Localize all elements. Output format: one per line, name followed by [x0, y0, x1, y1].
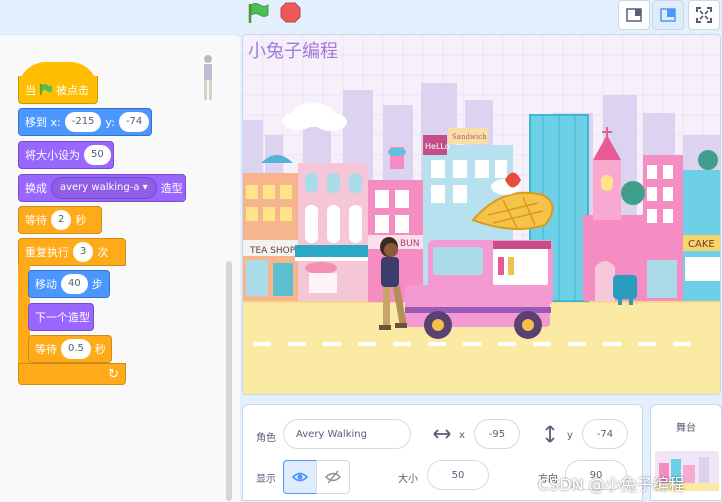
when-flag-clicked-block[interactable]: 当 被点击: [18, 76, 98, 104]
pink-building: [295, 163, 371, 301]
set-size-block[interactable]: 将大小设为 50: [18, 141, 114, 169]
block-label: 秒: [94, 343, 106, 356]
size-field[interactable]: 50: [427, 460, 489, 490]
y-field[interactable]: -74: [582, 419, 628, 449]
repeat-count-input[interactable]: 3: [73, 242, 94, 262]
x-input[interactable]: -215: [64, 112, 102, 132]
fullscreen-button[interactable]: [688, 0, 720, 30]
stage-caption: 小兔子编程: [248, 41, 338, 62]
top-bar: [0, 0, 722, 34]
stage-panel-label: 舞台: [676, 423, 696, 434]
wait-block[interactable]: 等待 2 秒: [18, 206, 102, 234]
block-label: 移到 x:: [25, 116, 61, 129]
green-flag-icon[interactable]: [247, 2, 271, 24]
size-label: 大小: [398, 474, 418, 485]
eye-slash-icon: [325, 470, 341, 484]
size-value: 50: [451, 469, 465, 481]
x-value: -95: [488, 428, 506, 440]
block-label: y:: [105, 115, 115, 129]
x-field[interactable]: -95: [474, 419, 520, 449]
vertical-arrow-icon: [545, 425, 555, 443]
next-costume-block[interactable]: 下一个造型: [28, 303, 94, 331]
block-label: 等待: [35, 343, 57, 356]
repeat-block-bottom: ↻: [18, 363, 126, 385]
cake-sign: CAKE: [688, 239, 715, 250]
show-visible-toggle[interactable]: [283, 460, 317, 494]
block-label: 移动: [35, 278, 57, 291]
block-label: 当: [25, 83, 36, 97]
block-label: 步: [91, 278, 103, 291]
small-stage-button[interactable]: [618, 0, 650, 30]
green-flag-icon: [40, 84, 52, 95]
block-label: 重复执行: [25, 246, 69, 259]
switch-costume-block[interactable]: 换成 avery walking-a ▾ 造型: [18, 174, 186, 202]
small-stage-icon: [626, 8, 642, 22]
tea-shop-building: [243, 155, 298, 301]
hello-sign: HeLLo: [425, 142, 450, 151]
sprite-thumbnail: [204, 55, 212, 100]
costume-dropdown[interactable]: avery walking-a ▾: [51, 177, 157, 199]
block-label: 秒: [75, 214, 87, 227]
wait-inner-block[interactable]: 等待 0.5 秒: [28, 335, 112, 363]
go-to-xy-block[interactable]: 移到 x: -215 y: -74: [18, 108, 152, 136]
y-input[interactable]: -74: [118, 112, 150, 132]
sprite-name-field[interactable]: Avery Walking: [283, 419, 411, 449]
cake-building: [643, 155, 720, 301]
wait-seconds-input[interactable]: 2: [51, 210, 72, 230]
fullscreen-icon: [696, 7, 712, 23]
loop-arrow-icon: ↻: [108, 366, 119, 382]
block-label: 下一个造型: [35, 311, 90, 324]
block-label: 换成: [25, 182, 47, 195]
code-scrollbar[interactable]: [226, 261, 232, 501]
sprite-name-value: Avery Walking: [296, 428, 367, 440]
normal-stage-button[interactable]: [652, 0, 684, 30]
eye-icon: [292, 472, 308, 482]
stage[interactable]: TEA SHOP BUN HeLLo Sandwich CAKE 小兔子编程: [242, 34, 721, 395]
block-label: 造型: [160, 182, 183, 195]
y-label: y: [567, 430, 573, 441]
size-input[interactable]: 50: [84, 145, 111, 165]
code-area[interactable]: 当 被点击 移到 x: -215 y: -74 将大小设为 50 换成 aver…: [0, 34, 240, 502]
sandwich-sign: Sandwich: [452, 133, 487, 141]
watermark: CSDN @小兔子编程: [538, 475, 685, 494]
move-steps-block[interactable]: 移动 40 步: [28, 270, 110, 298]
show-label: 显示: [256, 474, 276, 485]
sprite-label: 角色: [256, 433, 276, 444]
block-label: 将大小设为: [25, 149, 80, 162]
stage-backdrop: TEA SHOP BUN HeLLo Sandwich CAKE: [243, 35, 720, 394]
block-label: 被点击: [56, 83, 89, 97]
x-label: x: [459, 430, 465, 441]
repeat-block[interactable]: 重复执行 3 次: [18, 238, 126, 266]
tea-shop-sign: TEA SHOP: [249, 246, 296, 256]
steps-input[interactable]: 40: [61, 274, 88, 294]
wait-seconds-input[interactable]: 0.5: [61, 339, 91, 359]
block-label: 次: [97, 246, 109, 259]
bun-sign: BUN: [400, 239, 420, 249]
horizontal-arrow-icon: [433, 429, 451, 439]
stop-icon[interactable]: [280, 2, 301, 23]
y-value: -74: [596, 428, 614, 440]
show-hidden-toggle[interactable]: [316, 460, 350, 494]
normal-stage-icon: [660, 8, 676, 22]
block-label: 等待: [25, 214, 47, 227]
